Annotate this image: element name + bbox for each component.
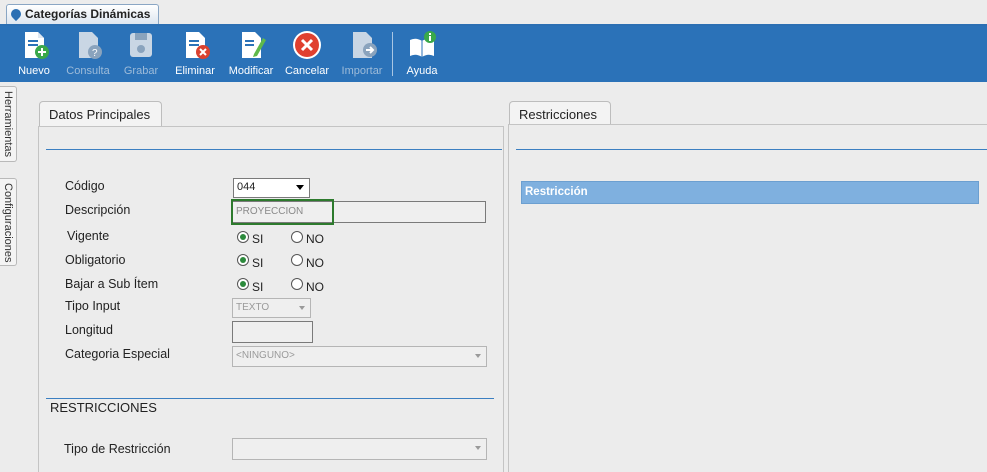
- pin-icon: [8, 6, 24, 22]
- vigente-si-radio[interactable]: [237, 231, 249, 243]
- cancelar-button[interactable]: Cancelar: [283, 28, 331, 80]
- bajar-si-radio[interactable]: [237, 278, 249, 290]
- vigente-no-label: NO: [306, 232, 324, 246]
- herramientas-side-tab[interactable]: Herramientas: [0, 86, 17, 162]
- categoria-especial-value: <NINGUNO>: [236, 350, 295, 361]
- tab-restricciones[interactable]: Restricciones: [509, 101, 611, 126]
- bajar-sub-item-label: Bajar a Sub Ítem: [65, 277, 159, 291]
- restricciones-section-title: RESTRICCIONES: [50, 400, 157, 415]
- consulta-button[interactable]: ? Consulta: [64, 28, 112, 80]
- restricciones-panel: [508, 124, 987, 472]
- obligatorio-si-radio[interactable]: [237, 254, 249, 266]
- configuraciones-side-tab[interactable]: Configuraciones: [0, 178, 17, 266]
- bajar-si-label: SI: [252, 280, 264, 294]
- categoria-especial-label: Categoria Especial: [65, 347, 170, 361]
- query-document-icon: ?: [79, 32, 102, 59]
- focus-highlight: [231, 199, 334, 225]
- vigente-label: Vigente: [67, 229, 110, 243]
- bajar-no-radio[interactable]: [291, 278, 303, 290]
- header-divider: [46, 149, 502, 150]
- codigo-value: 044: [237, 181, 256, 193]
- obligatorio-label: Obligatorio: [65, 253, 126, 267]
- tipo-input-value: TEXTO: [236, 302, 270, 313]
- modificar-button[interactable]: Modificar: [226, 28, 276, 80]
- obligatorio-si-label: SI: [252, 256, 264, 270]
- restricciones-divider: [46, 398, 494, 399]
- ayuda-button[interactable]: Ayuda: [402, 28, 442, 80]
- longitud-field[interactable]: [232, 321, 313, 343]
- tipo-restriccion-label: Tipo de Restricción: [64, 442, 171, 456]
- tipo-input-select[interactable]: TEXTO: [232, 298, 311, 318]
- codigo-label: Código: [65, 179, 105, 193]
- edit-document-icon: [242, 32, 266, 58]
- chevron-down-icon: [475, 446, 481, 450]
- restriccion-column-label: Restricción: [525, 186, 588, 198]
- tipo-input-label: Tipo Input: [65, 299, 121, 313]
- save-icon: [130, 33, 152, 57]
- svg-text:?: ?: [92, 48, 98, 59]
- vigente-si-label: SI: [252, 232, 264, 246]
- chevron-down-icon: [299, 306, 305, 310]
- eliminar-button[interactable]: Eliminar: [173, 28, 217, 80]
- delete-document-icon: [186, 32, 210, 59]
- tipo-restriccion-select[interactable]: [232, 438, 487, 460]
- longitud-label: Longitud: [65, 323, 113, 337]
- chevron-down-icon: [475, 354, 481, 358]
- cancel-icon: [293, 31, 321, 59]
- obligatorio-no-label: NO: [306, 256, 324, 270]
- vigente-no-radio[interactable]: [291, 231, 303, 243]
- descripcion-label: Descripción: [65, 203, 131, 217]
- obligatorio-no-radio[interactable]: [291, 254, 303, 266]
- help-book-icon: [410, 31, 436, 57]
- categoria-especial-select[interactable]: <NINGUNO>: [232, 346, 487, 367]
- grabar-button[interactable]: Grabar: [120, 28, 162, 80]
- toolbar-separator: [392, 32, 393, 76]
- import-icon: [353, 32, 377, 58]
- new-document-icon: [25, 32, 49, 59]
- restriccion-column-header[interactable]: Restricción: [521, 181, 979, 204]
- bajar-no-label: NO: [306, 280, 324, 294]
- window-tab-title: Categorías Dinámicas: [25, 7, 151, 21]
- codigo-select[interactable]: 044: [233, 178, 310, 198]
- nuevo-button[interactable]: Nuevo: [12, 28, 56, 80]
- toolbar: Nuevo ? Consulta Grabar Eliminar Modific…: [0, 26, 987, 82]
- window-tab[interactable]: Categorías Dinámicas: [6, 4, 160, 24]
- restricciones-header-divider: [516, 149, 987, 150]
- chevron-down-icon: [296, 185, 304, 190]
- tab-datos-principales[interactable]: Datos Principales: [39, 101, 162, 128]
- importar-button[interactable]: Importar: [337, 28, 387, 80]
